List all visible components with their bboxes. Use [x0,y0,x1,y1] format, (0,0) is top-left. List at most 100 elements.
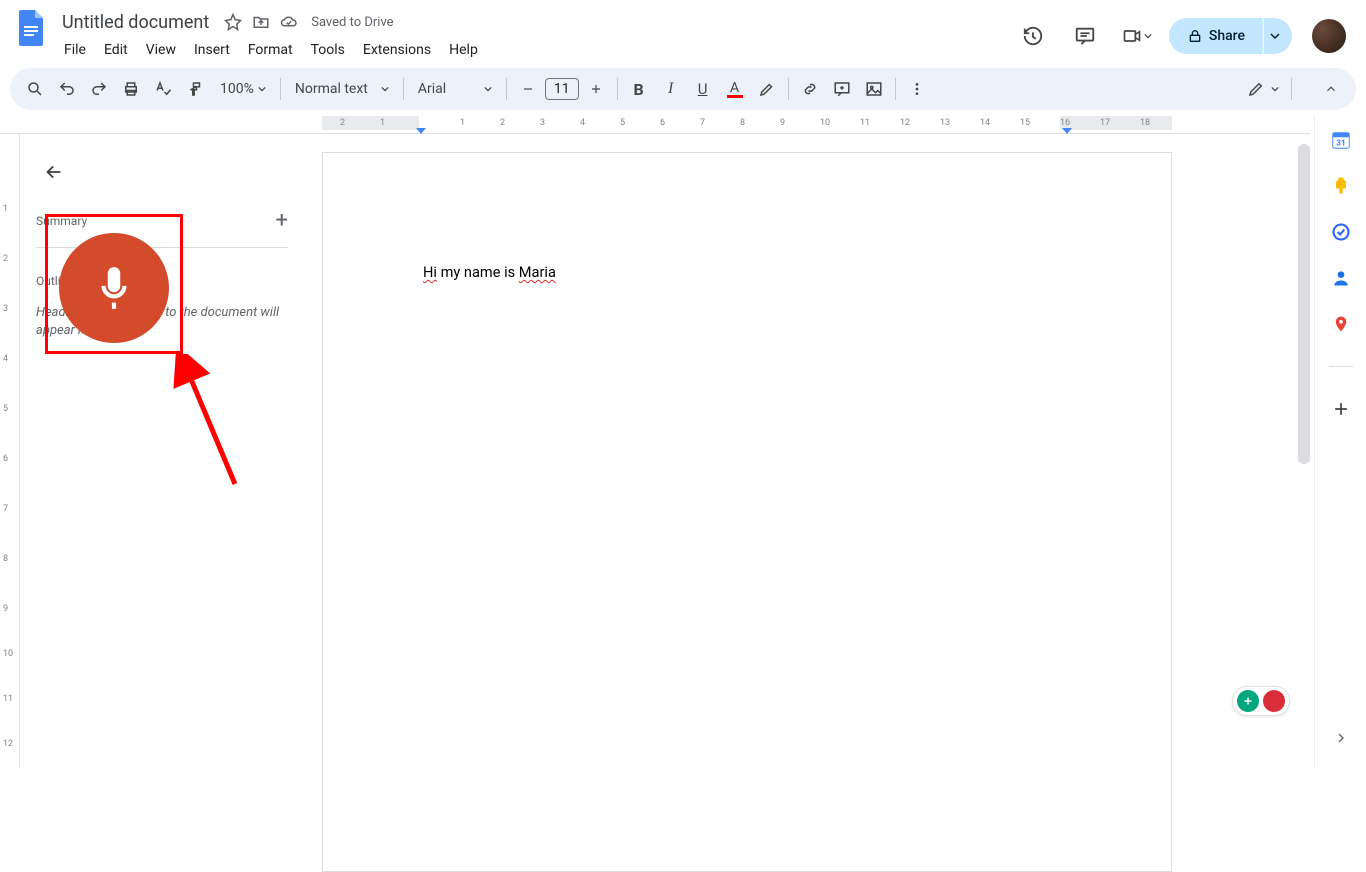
ruler-tick: 9 [3,604,8,614]
account-avatar[interactable] [1312,19,1346,53]
voice-typing-widget[interactable] [45,219,185,359]
ruler-tick: 11 [860,118,870,128]
contacts-icon[interactable] [1329,266,1353,290]
ruler-tick: 10 [3,649,13,659]
save-status: Saved to Drive [311,15,393,30]
docs-logo[interactable] [12,8,52,48]
body-text-fragment: my name is [437,263,519,281]
document-page[interactable]: Hi my name is Maria [322,152,1172,872]
more-tools-icon[interactable] [902,74,932,104]
menu-insert[interactable]: Insert [186,38,238,62]
menu-file[interactable]: File [56,38,94,62]
add-comment-icon[interactable] [827,74,857,104]
paint-format-icon[interactable] [180,74,210,104]
menu-format[interactable]: Format [240,38,301,62]
get-addons-icon[interactable] [1329,397,1353,421]
menu-extensions[interactable]: Extensions [355,38,439,62]
ruler-tick: 12 [900,118,910,128]
ruler-tick: 14 [980,118,990,128]
text-color-icon[interactable]: A [720,74,750,104]
document-body[interactable]: Hi my name is Maria [323,153,1171,281]
print-icon[interactable] [116,74,146,104]
ruler-tick: 6 [660,118,665,128]
highlight-icon[interactable] [752,74,782,104]
font-size-input[interactable]: 11 [545,78,579,100]
comments-icon[interactable] [1065,16,1105,56]
ruler-tick: 2 [3,254,8,264]
annotation-arrow [170,354,250,494]
ruler-tick: 5 [620,118,625,128]
ruler-tick: 2 [340,118,345,128]
document-title[interactable]: Untitled document [56,10,215,35]
redo-icon[interactable] [84,74,114,104]
title-area: Untitled document Saved to Drive File Ed… [56,8,1013,62]
share-dropdown[interactable] [1264,18,1292,54]
workspace: 2 1 1 2 3 4 5 6 7 8 9 10 11 12 13 14 15 … [0,114,1366,768]
body-text-fragment: Maria [519,263,556,281]
underline-icon[interactable]: U [688,74,718,104]
menu-help[interactable]: Help [441,38,486,62]
zoom-selector[interactable]: 100% [212,74,274,104]
ruler-tick: 6 [3,454,8,464]
ruler-tick: 9 [780,118,785,128]
ruler-tick: 7 [3,504,8,514]
editing-mode-button[interactable] [1247,74,1279,104]
insert-image-icon[interactable] [859,74,889,104]
share-button[interactable]: Share [1169,18,1263,54]
increase-font-icon[interactable] [581,74,611,104]
spellcheck-icon[interactable] [148,74,178,104]
microphone-active-icon[interactable] [59,233,169,343]
menu-tools[interactable]: Tools [303,38,353,62]
cloud-saved-icon[interactable] [279,12,299,32]
insert-link-icon[interactable] [795,74,825,104]
ruler-tick: 17 [1100,118,1110,128]
vertical-scrollbar[interactable] [1298,144,1310,464]
ruler-tick: 5 [3,404,8,414]
meet-icon[interactable] [1117,16,1157,56]
share-label: Share [1209,28,1245,44]
paragraph-style-selector[interactable]: Normal text [287,74,397,104]
body-text-fragment: Hi [423,263,437,281]
ruler-tick: 12 [3,739,13,749]
app-header: Untitled document Saved to Drive File Ed… [0,0,1366,62]
ruler-tick: 13 [940,118,950,128]
ruler-tick: 4 [3,354,8,364]
horizontal-ruler[interactable]: 2 1 1 2 3 4 5 6 7 8 9 10 11 12 13 14 15 … [0,114,1310,134]
decrease-font-icon[interactable] [513,74,543,104]
vertical-ruler[interactable]: 1 2 3 4 5 6 7 8 9 10 11 12 [0,134,20,768]
hide-side-panel-icon[interactable] [1323,720,1359,756]
star-icon[interactable] [223,12,243,32]
style-name: Normal text [295,81,368,97]
collapse-toolbar-icon[interactable] [1316,74,1346,104]
ruler-tick: 16 [1060,118,1070,128]
lock-icon [1187,28,1203,44]
keep-icon[interactable] [1329,174,1353,198]
font-selector[interactable]: Arial [410,74,500,104]
menu-view[interactable]: View [138,38,184,62]
side-panel: 31 [1314,114,1366,768]
history-icon[interactable] [1013,16,1053,56]
extension-badge-green[interactable] [1237,690,1259,712]
ruler-tick: 3 [540,118,545,128]
outline-back-icon[interactable] [36,154,72,190]
add-summary-icon[interactable]: + [276,208,288,233]
undo-icon[interactable] [52,74,82,104]
bold-icon[interactable]: B [624,74,654,104]
ruler-tick: 4 [580,118,585,128]
ruler-tick: 7 [700,118,705,128]
extension-widget[interactable] [1232,686,1290,716]
ruler-tick: 2 [500,118,505,128]
move-icon[interactable] [251,12,271,32]
maps-icon[interactable] [1329,312,1353,336]
ruler-tick: 1 [3,204,8,214]
toolbar: 100% Normal text Arial 11 B I U A [10,68,1356,110]
search-menus-icon[interactable] [20,74,50,104]
extension-badge-red[interactable] [1263,690,1285,712]
ruler-tick: 1 [380,118,385,128]
ruler-tick: 10 [820,118,830,128]
italic-icon[interactable]: I [656,74,686,104]
calendar-icon[interactable]: 31 [1329,128,1353,152]
tasks-icon[interactable] [1329,220,1353,244]
menu-edit[interactable]: Edit [96,38,136,62]
zoom-value: 100% [220,81,254,97]
